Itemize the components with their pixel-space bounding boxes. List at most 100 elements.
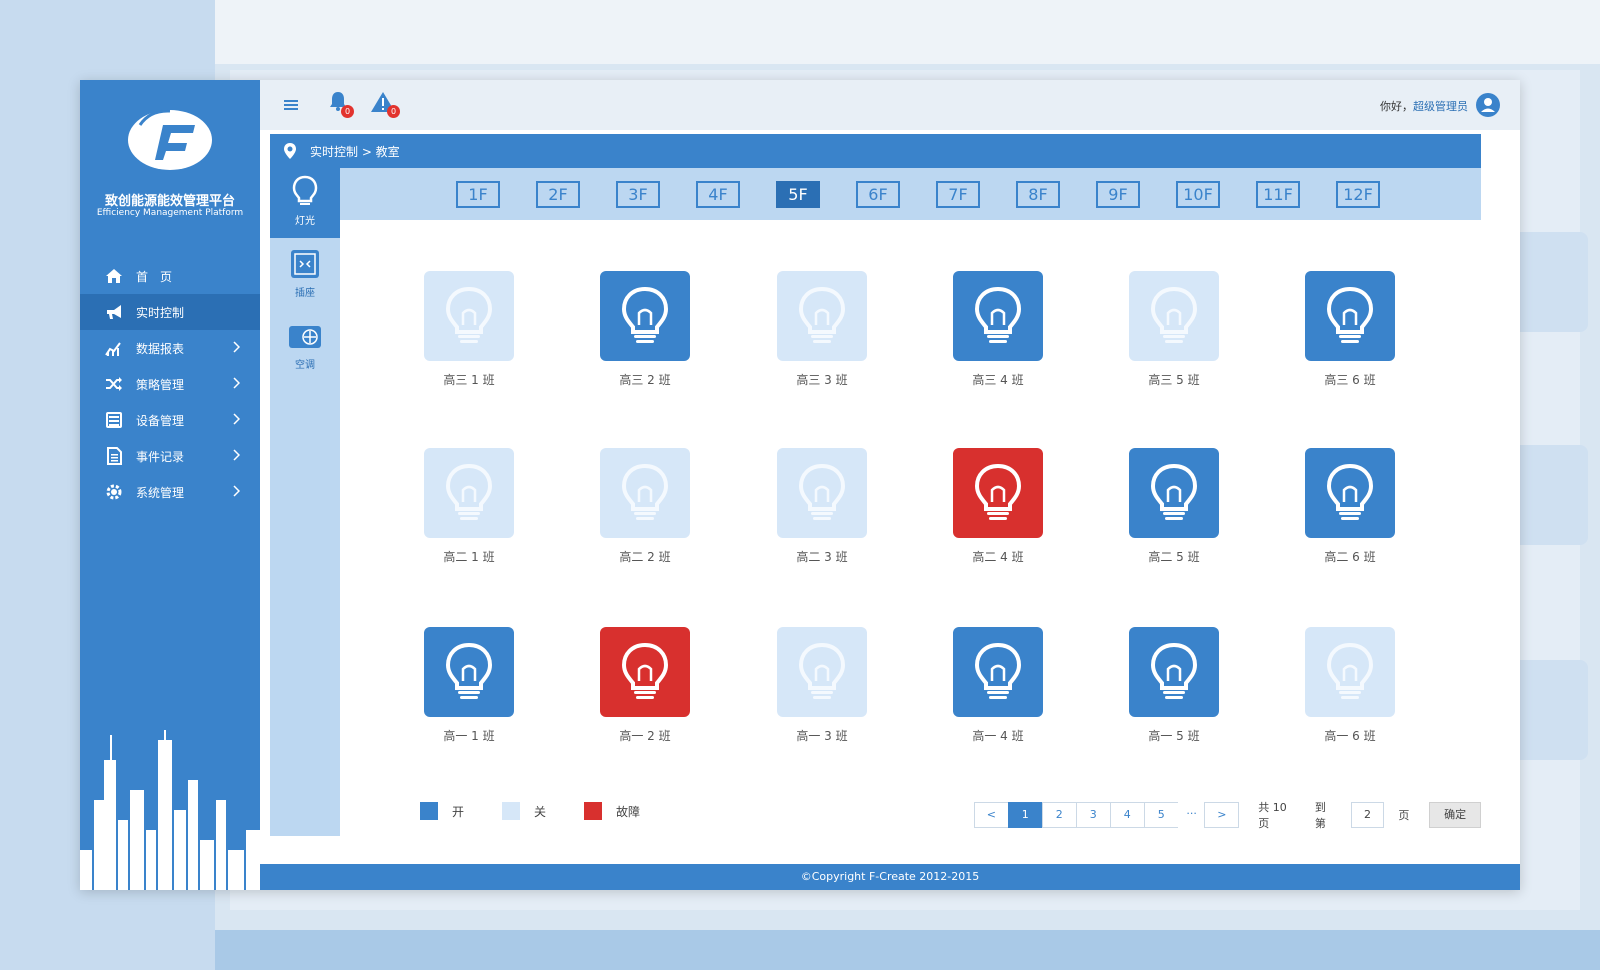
room-light-toggle[interactable] xyxy=(1129,448,1219,538)
page-button-4[interactable]: 4 xyxy=(1109,802,1145,828)
room-tile[interactable]: 高二 6 班 xyxy=(1305,448,1395,565)
room-tile[interactable]: 高一 2 班 xyxy=(600,627,690,744)
bulb-icon xyxy=(798,286,846,343)
legend-swatch-fault xyxy=(584,802,603,820)
floor-button-9f[interactable]: 9F xyxy=(1096,181,1140,208)
room-tile[interactable]: 高二 1 班 xyxy=(424,448,514,565)
chart-icon xyxy=(104,338,124,358)
room-label: 高一 3 班 xyxy=(796,729,848,743)
bulb-icon xyxy=(974,286,1022,343)
prev-page-button[interactable]: < xyxy=(974,802,1009,828)
confirm-button[interactable]: 确定 xyxy=(1429,802,1481,828)
room-light-toggle[interactable] xyxy=(953,448,1043,538)
floor-button-5f[interactable]: 5F xyxy=(776,181,820,208)
floor-button-1f[interactable]: 1F xyxy=(456,181,500,208)
bulb-icon xyxy=(1326,642,1374,699)
floor-button-12f[interactable]: 12F xyxy=(1336,181,1380,208)
room-tile[interactable]: 高三 6 班 xyxy=(1305,271,1395,388)
page-button-5[interactable]: 5 xyxy=(1143,802,1179,828)
floor-button-8f[interactable]: 8F xyxy=(1016,181,1060,208)
category-aircon[interactable]: 空调 xyxy=(270,312,340,382)
floor-button-2f[interactable]: 2F xyxy=(536,181,580,208)
room-light-toggle[interactable] xyxy=(777,271,867,361)
page-numbers: 12345 xyxy=(1007,802,1179,828)
floor-button-10f[interactable]: 10F xyxy=(1176,181,1220,208)
sidebar-item-3[interactable]: 策略管理 xyxy=(80,366,260,402)
sidebar-item-4[interactable]: 设备管理 xyxy=(80,402,260,438)
room-light-toggle[interactable] xyxy=(1129,627,1219,717)
category-socket[interactable]: 插座 xyxy=(270,240,340,310)
warning-button[interactable]: 0 xyxy=(370,90,400,118)
room-tile[interactable]: 高一 6 班 xyxy=(1305,627,1395,744)
room-light-toggle[interactable] xyxy=(1305,448,1395,538)
room-light-toggle[interactable] xyxy=(424,448,514,538)
room-light-toggle[interactable] xyxy=(600,271,690,361)
room-light-toggle[interactable] xyxy=(424,627,514,717)
sidebar-item-1[interactable]: 实时控制 xyxy=(80,294,260,330)
room-light-toggle[interactable] xyxy=(1305,627,1395,717)
room-light-toggle[interactable] xyxy=(1305,271,1395,361)
goto-page-input[interactable]: 2 xyxy=(1350,802,1385,828)
sidebar-item-2[interactable]: 数据报表 xyxy=(80,330,260,366)
room-tile[interactable]: 高二 2 班 xyxy=(600,448,690,565)
notification-button[interactable]: 0 xyxy=(326,90,354,118)
sidebar-item-5[interactable]: 事件记录 xyxy=(80,438,260,474)
room-tile[interactable]: 高二 4 班 xyxy=(953,448,1043,565)
room-tile[interactable]: 高三 5 班 xyxy=(1129,271,1219,388)
megaphone-icon xyxy=(104,302,124,322)
room-tile[interactable]: 高二 3 班 xyxy=(777,448,867,565)
floor-button-7f[interactable]: 7F xyxy=(936,181,980,208)
page-button-2[interactable]: 2 xyxy=(1041,802,1077,828)
sidebar-item-label: 策略管理 xyxy=(136,377,185,392)
username-link[interactable]: 超级管理员 xyxy=(1413,100,1468,113)
room-tile[interactable]: 高一 3 班 xyxy=(777,627,867,744)
floor-button-11f[interactable]: 11F xyxy=(1256,181,1300,208)
room-light-toggle[interactable] xyxy=(777,448,867,538)
room-light-toggle[interactable] xyxy=(600,448,690,538)
user-avatar-icon[interactable] xyxy=(1476,93,1500,117)
room-tile[interactable]: 高二 5 班 xyxy=(1129,448,1219,565)
sidebar-item-0[interactable]: 首 页 xyxy=(80,258,260,294)
room-light-toggle[interactable] xyxy=(424,271,514,361)
floor-button-4f[interactable]: 4F xyxy=(696,181,740,208)
room-light-toggle[interactable] xyxy=(600,627,690,717)
room-tile[interactable]: 高三 4 班 xyxy=(953,271,1043,388)
bulb-icon xyxy=(621,642,669,699)
room-label: 高三 4 班 xyxy=(972,373,1024,387)
bulb-icon xyxy=(1326,463,1374,520)
brand-logo-icon xyxy=(128,109,212,170)
category-label: 空调 xyxy=(295,360,315,371)
bulb-icon xyxy=(270,174,340,210)
floor-button-3f[interactable]: 3F xyxy=(616,181,660,208)
app-window: 致创能源能效管理平台 Efficiency Management Platfor… xyxy=(80,80,1520,890)
room-tile[interactable]: 高一 1 班 xyxy=(424,627,514,744)
room-label: 高一 5 班 xyxy=(1148,729,1200,743)
greeting-text: 你好， xyxy=(1380,100,1413,113)
aircon-icon xyxy=(270,318,340,354)
chevron-right-icon xyxy=(233,341,240,353)
category-bulb[interactable]: 灯光 xyxy=(270,168,340,238)
sidebar-nav: 首 页 实时控制 数据报表 策略管理 设备管理 事件记录 系统管理 xyxy=(80,258,260,510)
room-light-toggle[interactable] xyxy=(1129,271,1219,361)
room-light-toggle[interactable] xyxy=(953,627,1043,717)
menu-toggle-icon[interactable] xyxy=(282,96,300,114)
bulb-icon xyxy=(1326,286,1374,343)
next-page-button[interactable]: > xyxy=(1204,802,1240,828)
document-icon xyxy=(104,446,124,466)
page-button-3[interactable]: 3 xyxy=(1075,802,1111,828)
room-tile[interactable]: 高一 4 班 xyxy=(953,627,1043,744)
sidebar-item-6[interactable]: 系统管理 xyxy=(80,474,260,510)
room-tile[interactable]: 高三 3 班 xyxy=(777,271,867,388)
room-label: 高二 6 班 xyxy=(1324,550,1376,564)
room-tile[interactable]: 高一 5 班 xyxy=(1129,627,1219,744)
room-light-toggle[interactable] xyxy=(777,627,867,717)
breadcrumb-text[interactable]: 实时控制 > 教室 xyxy=(310,143,400,160)
room-tile[interactable]: 高三 1 班 xyxy=(424,271,514,388)
room-label: 高二 3 班 xyxy=(796,550,848,564)
room-light-toggle[interactable] xyxy=(953,271,1043,361)
floor-button-6f[interactable]: 6F xyxy=(856,181,900,208)
room-label: 高二 5 班 xyxy=(1148,550,1200,564)
legend-swatch-on xyxy=(420,802,438,820)
room-tile[interactable]: 高三 2 班 xyxy=(600,271,690,388)
page-button-1[interactable]: 1 xyxy=(1007,802,1043,828)
